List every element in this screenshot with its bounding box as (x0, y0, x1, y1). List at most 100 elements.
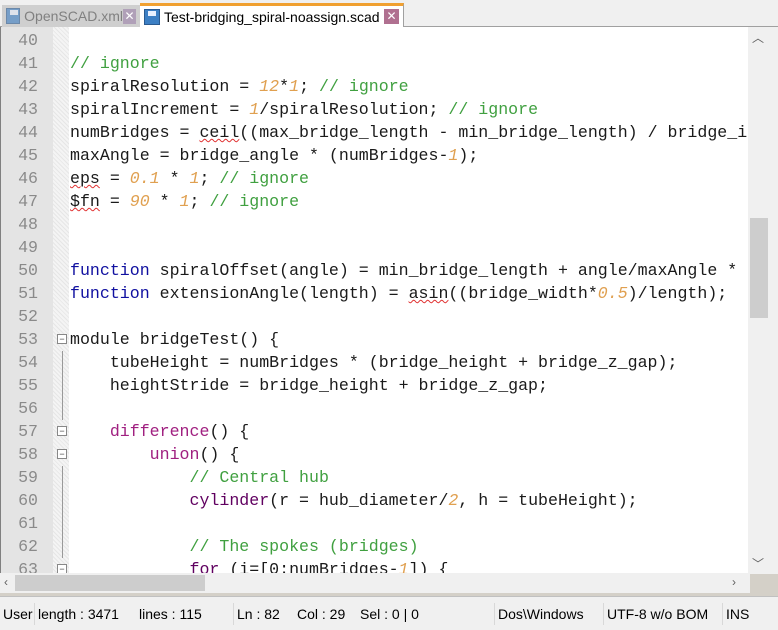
code-token: // ignore (318, 77, 409, 96)
fold-line (62, 397, 63, 420)
status-sel: Sel : 0 | 0 (360, 606, 419, 622)
code-token: spiralIncrement = (70, 100, 250, 119)
code-token: union (149, 445, 200, 464)
code-line[interactable]: 40 (1, 29, 749, 52)
code-token: maxAngle = bridge_angle * (numBridges- (70, 146, 449, 165)
code-token: asin (408, 284, 449, 303)
line-number: 40 (18, 31, 38, 50)
code-text: tubeHeight = numBridges * (bridge_height… (70, 351, 749, 374)
code-line[interactable]: 50 function spiralOffset(angle) = min_bri… (1, 259, 749, 282)
code-line[interactable]: 60 cylinder(r = hub_diameter/2, h = tube… (1, 489, 749, 512)
line-number: 42 (18, 77, 38, 96)
code-token: difference (109, 422, 210, 441)
code-line[interactable]: 43 spiralIncrement = 1/spiralResolution; … (1, 98, 749, 121)
fold-line (62, 512, 63, 535)
vertical-scroll-thumb[interactable] (750, 218, 768, 318)
code-line[interactable]: 61 (1, 512, 749, 535)
code-line[interactable]: 59 // Central hub (1, 466, 749, 489)
code-token: ; (199, 169, 220, 188)
code-line[interactable]: 47 $fn = 90 * 1; // ignore (1, 190, 749, 213)
line-number: 54 (18, 353, 38, 372)
line-number: 55 (18, 376, 38, 395)
code-line[interactable]: 57 − difference() { (1, 420, 749, 443)
code-line[interactable]: 52 (1, 305, 749, 328)
code-line[interactable]: 62 // The spokes (bridges) (1, 535, 749, 558)
code-token: ; (299, 77, 319, 96)
code-token: 1 (398, 560, 409, 574)
line-number: 44 (18, 123, 38, 142)
status-encoding: UTF-8 w/o BOM (603, 603, 708, 625)
status-col: Col : 29 (297, 606, 346, 622)
code-text: module bridgeTest() { (70, 328, 749, 351)
code-text: function spiralOffset(angle) = min_bridg… (70, 259, 749, 282)
scroll-right-icon[interactable]: › (732, 575, 736, 589)
fold-line (62, 535, 63, 558)
code-token: $fn (70, 192, 100, 211)
code-token: 1 (448, 146, 459, 165)
line-number: 53 (18, 330, 38, 349)
horizontal-scrollbar[interactable]: ‹ › (0, 573, 750, 593)
code-text: spiralResolution = 12*1; // ignore (70, 75, 749, 98)
code-line[interactable]: 56 (1, 397, 749, 420)
line-number: 43 (18, 100, 38, 119)
close-tab-icon[interactable]: ✕ (384, 9, 399, 24)
status-insert-mode: INS (722, 603, 749, 625)
status-ln: Ln : 82 (233, 603, 280, 625)
code-line[interactable]: 46 eps = 0.1 * 1; // ignore (1, 167, 749, 190)
vertical-scrollbar[interactable]: ︿ ﹀ (748, 27, 778, 574)
code-text: // ignore (70, 52, 749, 75)
code-token: , h = tubeHeight); (458, 491, 638, 510)
code-text: $fn = 90 * 1; // ignore (70, 190, 749, 213)
code-token: )/length); (627, 284, 728, 303)
code-token: ((bridge_width* (448, 284, 598, 303)
code-text: spiralIncrement = 1/spiralResolution; //… (70, 98, 749, 121)
code-line[interactable]: 45 maxAngle = bridge_angle * (numBridges-… (1, 144, 749, 167)
fold-line (62, 489, 63, 512)
code-token: /spiralResolution; (259, 100, 449, 119)
fold-minus-icon[interactable]: − (57, 426, 67, 436)
line-number: 49 (18, 238, 38, 257)
code-token: 2 (448, 491, 459, 510)
scroll-left-icon[interactable]: ‹ (4, 575, 8, 589)
code-line[interactable]: 49 (1, 236, 749, 259)
code-text: eps = 0.1 * 1; // ignore (70, 167, 749, 190)
line-number: 46 (18, 169, 38, 188)
code-line[interactable]: 55 heightStride = bridge_height + bridge… (1, 374, 749, 397)
scroll-up-icon[interactable]: ︿ (752, 29, 764, 46)
code-token: function (70, 284, 150, 303)
tab-test-bridging-scad[interactable]: Test-bridging_spiral-noassign.scad ✕ (140, 3, 404, 27)
code-token: spiralResolution = (70, 77, 260, 96)
code-line[interactable]: 54 tubeHeight = numBridges * (bridge_hei… (1, 351, 749, 374)
code-line[interactable]: 44 numBridges = ceil((max_bridge_length -… (1, 121, 749, 144)
code-token: module bridgeTest() { (70, 330, 280, 349)
code-token: = (99, 169, 130, 188)
code-token: tubeHeight = numBridges * (bridge_height… (70, 353, 678, 372)
code-token: // ignore (448, 100, 539, 119)
code-line[interactable]: 41 // ignore (1, 52, 749, 75)
fold-minus-icon[interactable]: − (57, 449, 67, 459)
code-line[interactable]: 53 − module bridgeTest() { (1, 328, 749, 351)
close-tab-icon[interactable]: ✕ (122, 8, 136, 24)
fold-minus-icon[interactable]: − (57, 334, 67, 344)
code-token: () { (199, 445, 240, 464)
code-text: function extensionAngle(length) = asin((… (70, 282, 749, 305)
tab-opensCAD-xml[interactable]: OpenSCAD.xml ✕ (2, 5, 140, 27)
code-token: = (99, 192, 130, 211)
scroll-down-icon[interactable]: ﹀ (752, 555, 764, 572)
code-line[interactable]: 48 (1, 213, 749, 236)
line-number: 48 (18, 215, 38, 234)
horizontal-scroll-thumb[interactable] (15, 575, 205, 591)
code-line[interactable]: 63− for (i=[0:numBridges-1]) { (1, 558, 749, 574)
tab-label: Test-bridging_spiral-noassign.scad (164, 8, 380, 25)
code-token: (i=[0:numBridges- (219, 560, 399, 574)
code-token: ]) { (408, 560, 449, 574)
code-line[interactable]: 51 function extensionAngle(length) = asin… (1, 282, 749, 305)
code-editor[interactable]: 40 41 // ignore 42 spiralResolution = 12*1; … (0, 27, 778, 574)
status-lines: lines : 115 (139, 606, 202, 622)
code-line[interactable]: 42 spiralResolution = 12*1; // ignore (1, 75, 749, 98)
code-token: 1 (289, 77, 300, 96)
code-line[interactable]: 58 − union() { (1, 443, 749, 466)
code-token: // ignore (209, 192, 300, 211)
line-number: 56 (18, 399, 38, 418)
